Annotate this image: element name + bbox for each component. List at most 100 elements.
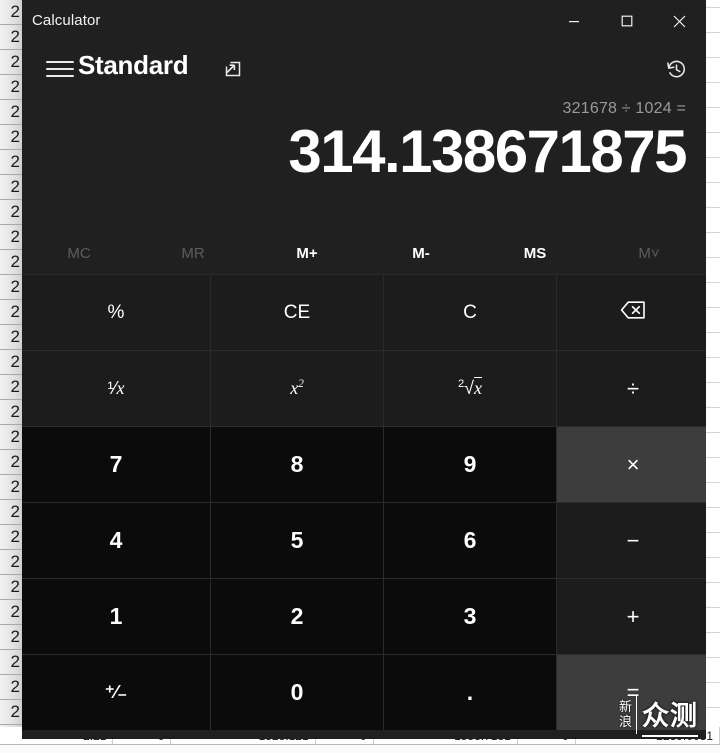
excel-row-header-cell: 2 xyxy=(0,100,22,125)
key-label: C xyxy=(463,301,477,323)
excel-row-header-cell: 2 xyxy=(0,425,22,450)
minimize-button[interactable] xyxy=(547,0,600,42)
key-label: × xyxy=(626,451,640,477)
excel-row-header-cell: 2 xyxy=(0,675,22,700)
key-square-root[interactable]: 2√x xyxy=(384,351,556,426)
memory-button-m-[interactable]: M- xyxy=(364,232,478,274)
key-clear[interactable]: C xyxy=(384,275,556,350)
keep-on-top-icon[interactable] xyxy=(218,55,248,83)
close-button[interactable] xyxy=(653,0,706,42)
key-divide[interactable]: ÷ xyxy=(557,351,706,426)
key-six[interactable]: 6 xyxy=(384,503,556,578)
excel-row-header-cell: 2 xyxy=(0,700,22,725)
key-label: 3 xyxy=(463,603,477,629)
key-negate[interactable]: ⁺⁄₋ xyxy=(22,655,210,730)
excel-row-header-cell: 2 xyxy=(0,0,22,25)
key-label: 1 xyxy=(109,603,123,629)
key-four[interactable]: 4 xyxy=(22,503,210,578)
excel-row-headers: 222222222222222222222222222222 xyxy=(0,0,23,753)
excel-row-header-cell: 2 xyxy=(0,125,22,150)
key-zero[interactable]: 0 xyxy=(211,655,383,730)
key-five[interactable]: 5 xyxy=(211,503,383,578)
memory-button-mc: MC xyxy=(67,244,91,262)
excel-row-header-cell: 2 xyxy=(0,300,22,325)
excel-row-header-cell: 2 xyxy=(0,650,22,675)
excel-row-header-cell: 2 xyxy=(0,275,22,300)
key-two[interactable]: 2 xyxy=(211,579,383,654)
key-label: ⁺⁄₋ xyxy=(104,682,127,702)
excel-row-header-cell: 2 xyxy=(0,25,22,50)
excel-row-header-cell: 2 xyxy=(0,575,22,600)
excel-row-header-cell: 2 xyxy=(0,150,22,175)
history-icon[interactable] xyxy=(658,52,694,86)
expression-text: 321678 ÷ 1024 = xyxy=(562,100,686,117)
excel-row-header-cell: 2 xyxy=(0,325,22,350)
key-label: 2 xyxy=(290,603,304,629)
excel-row-header-cell: 2 xyxy=(0,225,22,250)
excel-grid-right xyxy=(706,0,720,753)
key-label: 7 xyxy=(109,451,123,477)
key-nine[interactable]: 9 xyxy=(384,427,556,502)
key-decimal[interactable]: . xyxy=(384,655,556,730)
memory-button-m: M˅ xyxy=(638,244,660,262)
excel-row-header-cell: 2 xyxy=(0,200,22,225)
excel-row-header-cell: 2 xyxy=(0,250,22,275)
excel-row-header-cell: 2 xyxy=(0,350,22,375)
title-bar[interactable]: Calculator xyxy=(22,0,706,46)
key-seven[interactable]: 7 xyxy=(22,427,210,502)
key-label: 5 xyxy=(290,527,304,553)
key-minus[interactable]: − xyxy=(557,503,706,578)
key-plus[interactable]: + xyxy=(557,579,706,654)
excel-row-header-cell: 2 xyxy=(0,475,22,500)
nav-bar: Standard xyxy=(22,46,706,92)
key-label: 9 xyxy=(463,451,477,477)
key-label: ¹⁄x xyxy=(107,378,125,398)
key-label: 4 xyxy=(109,527,123,553)
hamburger-menu-icon[interactable] xyxy=(40,52,80,86)
key-three[interactable]: 3 xyxy=(384,579,556,654)
mode-title: Standard xyxy=(78,50,189,80)
key-label: + xyxy=(626,603,640,629)
key-label: 2√x xyxy=(457,378,483,398)
excel-row-header-cell: 2 xyxy=(0,400,22,425)
key-percent[interactable]: % xyxy=(22,275,210,350)
key-square[interactable]: x2 xyxy=(211,351,383,426)
key-backspace[interactable] xyxy=(557,275,706,350)
excel-row-header-cell: 2 xyxy=(0,375,22,400)
excel-row-header-cell: 2 xyxy=(0,525,22,550)
key-label: − xyxy=(626,527,640,553)
calculator-window: Calculator Standard 321678 ÷ 1024 = 314.… xyxy=(22,0,706,739)
key-multiply[interactable]: × xyxy=(557,427,706,502)
key-label: 0 xyxy=(290,679,304,705)
memory-row: MC MR M+ M- MS M˅ xyxy=(22,232,706,274)
excel-row-header-cell: 2 xyxy=(0,50,22,75)
key-label: ÷ xyxy=(626,375,640,401)
key-clear-entry[interactable]: CE xyxy=(211,275,383,350)
caption-buttons xyxy=(547,0,706,42)
memory-button-m+[interactable]: M+ xyxy=(250,232,364,274)
key-label: . xyxy=(466,679,474,705)
key-label: = xyxy=(626,679,640,705)
excel-row-header-cell: 2 xyxy=(0,75,22,100)
result-value[interactable]: 314.138671875 xyxy=(288,122,687,182)
key-label: x2 xyxy=(290,378,304,398)
display-area: 321678 ÷ 1024 = 314.138671875 xyxy=(22,92,706,232)
excel-row-header-cell: 2 xyxy=(0,500,22,525)
key-label: CE xyxy=(283,301,311,323)
key-label: 6 xyxy=(463,527,477,553)
memory-button-mr: MR xyxy=(181,244,205,262)
memory-button-ms[interactable]: MS xyxy=(478,232,592,274)
maximize-button[interactable] xyxy=(600,0,653,42)
excel-row-header-cell: 2 xyxy=(0,600,22,625)
key-eight[interactable]: 8 xyxy=(211,427,383,502)
key-label: 8 xyxy=(290,451,304,477)
excel-row-header-cell: 2 xyxy=(0,550,22,575)
key-label: % xyxy=(107,301,125,323)
excel-row-header-cell: 2 xyxy=(0,175,22,200)
keypad-grid: % CE C ¹⁄x x2 2√x ÷ 7 8 9 × 4 5 6 − 1 2 3 + ⁺⁄₋ 0. = xyxy=(22,274,706,730)
key-reciprocal[interactable]: ¹⁄x xyxy=(22,351,210,426)
backspace-icon xyxy=(620,300,646,326)
excel-row-header-cell: 2 xyxy=(0,450,22,475)
key-equals[interactable]: = xyxy=(557,655,706,730)
key-one[interactable]: 1 xyxy=(22,579,210,654)
